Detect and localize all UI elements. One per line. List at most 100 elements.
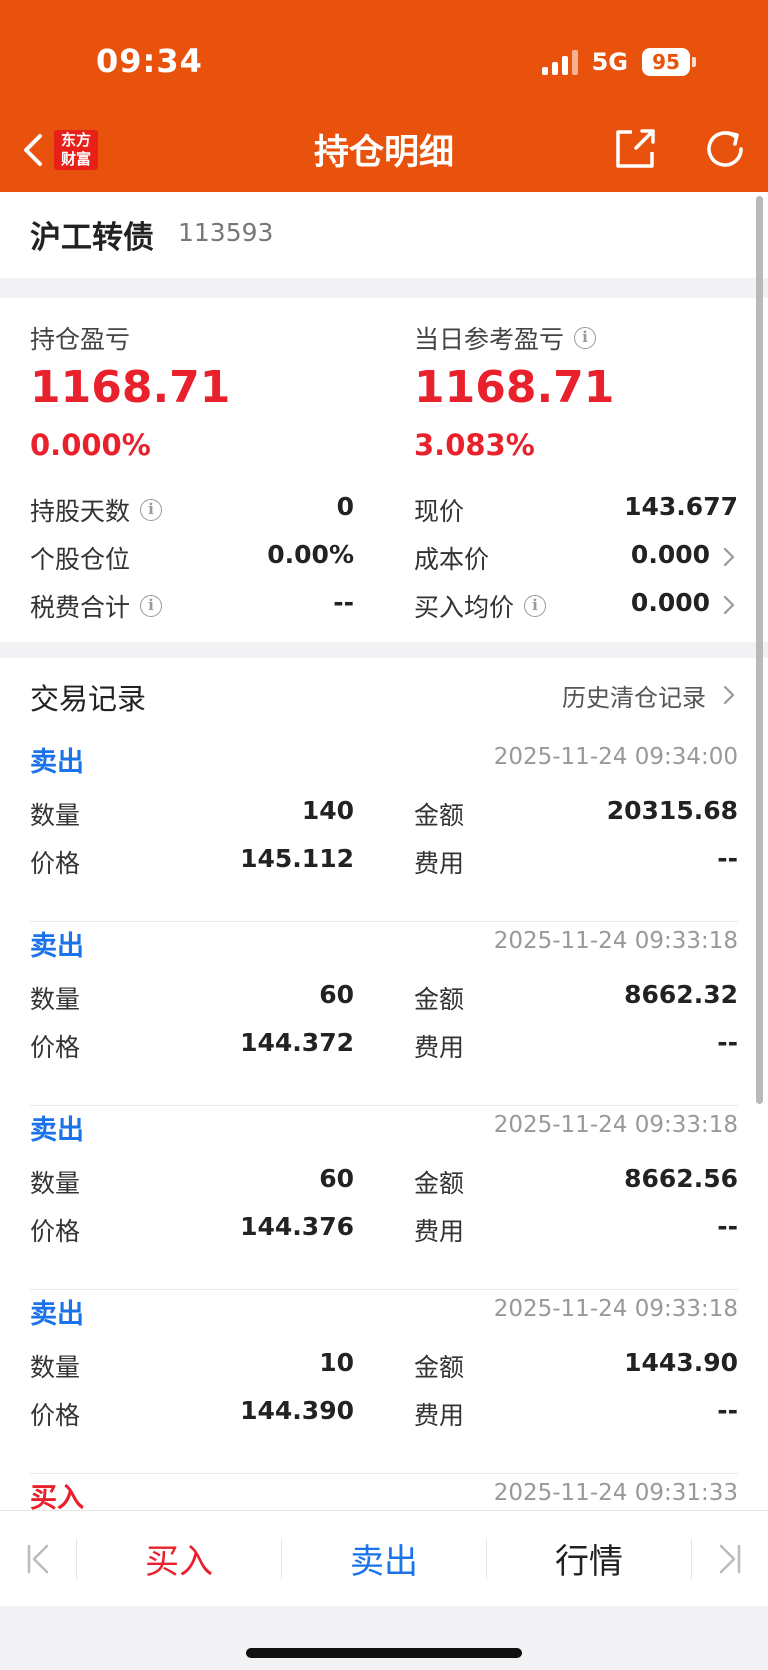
history-clearance-link[interactable]: 历史清仓记录	[562, 678, 706, 713]
stock-code: 113593	[178, 218, 274, 247]
position-pnl-pct: 0.000%	[30, 428, 151, 462]
refresh-icon[interactable]	[702, 126, 748, 172]
status-time: 09:34	[96, 42, 203, 80]
quantity-label: 数量	[30, 1353, 81, 1382]
tax-fee-row: 税费合计 i	[30, 588, 163, 624]
chevron-right-icon[interactable]	[722, 594, 736, 616]
quantity-value: 10	[319, 1348, 354, 1377]
stock-info: 沪工转债 113593	[0, 192, 768, 278]
fee-value: --	[717, 1396, 738, 1425]
amount-value: 8662.32	[624, 980, 738, 1009]
trade-type: 卖出	[30, 931, 84, 962]
position-summary: 持仓盈亏 1168.71 0.000% 当日参考盈亏 i 1168.71 3.0…	[0, 298, 768, 642]
amount-label: 金额	[414, 1353, 465, 1382]
daily-pnl-value: 1168.71	[414, 362, 615, 413]
daily-pnl-pct: 3.083%	[414, 428, 535, 462]
position-pnl-label: 持仓盈亏	[30, 325, 131, 354]
hold-days-row: 持股天数 i	[30, 492, 163, 528]
trade-list: 卖出 2025-11-24 09:34:00 数量 140 金额 20315.6…	[0, 738, 768, 1510]
amount-value: 8662.56	[624, 1164, 738, 1193]
amount-label: 金额	[414, 801, 465, 830]
price-label: 价格	[30, 849, 81, 878]
tax-fee-value: --	[333, 588, 354, 617]
trade-time: 2025-11-24 09:33:18	[493, 928, 738, 954]
fee-label: 费用	[414, 1033, 465, 1062]
quantity-label: 数量	[30, 985, 81, 1014]
trade-time: 2025-11-24 09:33:18	[493, 1296, 738, 1322]
stock-name: 沪工转债	[30, 220, 154, 256]
info-icon[interactable]: i	[524, 595, 547, 617]
trade-row[interactable]: 卖出 2025-11-24 09:33:18 数量 60 金额 8662.32 …	[0, 922, 768, 1106]
signal-icon	[541, 49, 578, 75]
current-price-row: 现价	[414, 497, 465, 526]
amount-value: 20315.68	[606, 796, 738, 825]
price-value: 144.390	[240, 1396, 354, 1425]
sell-button[interactable]: 卖出	[282, 1534, 486, 1583]
trade-type: 卖出	[30, 1299, 84, 1330]
trade-type: 卖出	[30, 1115, 84, 1146]
info-icon[interactable]: i	[140, 595, 163, 617]
network-label: 5G	[591, 48, 628, 76]
first-page-button[interactable]	[0, 1511, 76, 1607]
app-header: 09:34 5G 95 东方 财富 持仓明细	[0, 0, 768, 192]
trade-type: 买入	[30, 1483, 84, 1510]
avg-buy-row[interactable]: 买入均价 i	[414, 588, 547, 624]
quantity-label: 数量	[30, 1169, 81, 1198]
trade-row[interactable]: 买入 2025-11-24 09:31:33	[0, 1474, 768, 1510]
fee-label: 费用	[414, 1401, 465, 1430]
chevron-right-icon[interactable]	[722, 546, 736, 568]
fee-value: --	[717, 1028, 738, 1057]
trade-time: 2025-11-24 09:33:18	[493, 1112, 738, 1138]
price-value: 144.376	[240, 1212, 354, 1241]
trade-row[interactable]: 卖出 2025-11-24 09:34:00 数量 140 金额 20315.6…	[0, 738, 768, 922]
price-label: 价格	[30, 1401, 81, 1430]
trade-row[interactable]: 卖出 2025-11-24 09:33:18 数量 10 金额 1443.90 …	[0, 1290, 768, 1474]
trade-records: 交易记录 历史清仓记录 卖出 2025-11-24 09:34:00 数量 14…	[0, 658, 768, 1510]
last-page-button[interactable]	[692, 1511, 768, 1607]
position-ratio-value: 0.00%	[267, 540, 354, 569]
trade-row[interactable]: 卖出 2025-11-24 09:33:18 数量 60 金额 8662.56 …	[0, 1106, 768, 1290]
battery-tip	[692, 57, 696, 67]
chevron-right-icon[interactable]	[722, 684, 736, 706]
home-indicator[interactable]	[246, 1648, 522, 1658]
bottom-action-bar: 买入 卖出 行情	[0, 1510, 768, 1606]
first-page-icon[interactable]	[25, 1543, 51, 1575]
fee-value: --	[717, 844, 738, 873]
share-icon[interactable]	[612, 126, 658, 172]
daily-pnl-label: 当日参考盈亏 i	[414, 320, 597, 356]
quantity-label: 数量	[30, 801, 81, 830]
cost-price-value[interactable]: 0.000	[631, 540, 710, 569]
quote-button[interactable]: 行情	[487, 1534, 691, 1583]
trade-type: 卖出	[30, 747, 84, 778]
quantity-value: 140	[301, 796, 354, 825]
last-page-icon[interactable]	[717, 1543, 743, 1575]
price-value: 145.112	[240, 844, 354, 873]
amount-label: 金额	[414, 985, 465, 1014]
trade-records-title: 交易记录	[30, 682, 147, 716]
price-value: 144.372	[240, 1028, 354, 1057]
amount-value: 1443.90	[624, 1348, 738, 1377]
scrollbar[interactable]	[756, 196, 763, 1104]
price-label: 价格	[30, 1217, 81, 1246]
amount-label: 金额	[414, 1169, 465, 1198]
price-label: 价格	[30, 1033, 81, 1062]
avg-buy-value[interactable]: 0.000	[631, 588, 710, 617]
status-indicators: 5G 95	[541, 48, 696, 76]
fee-label: 费用	[414, 849, 465, 878]
info-icon[interactable]: i	[574, 327, 597, 349]
quantity-value: 60	[319, 980, 354, 1009]
fee-label: 费用	[414, 1217, 465, 1246]
position-pnl-value: 1168.71	[30, 362, 231, 413]
position-ratio-row: 个股仓位	[30, 545, 131, 574]
fee-value: --	[717, 1212, 738, 1241]
buy-button[interactable]: 买入	[77, 1534, 281, 1583]
trade-time: 2025-11-24 09:34:00	[493, 744, 738, 770]
battery-icon: 95	[642, 48, 690, 76]
quantity-value: 60	[319, 1164, 354, 1193]
home-indicator-area	[0, 1606, 768, 1670]
hold-days-value: 0	[336, 492, 354, 521]
info-icon[interactable]: i	[140, 499, 163, 521]
current-price-value: 143.677	[624, 492, 738, 521]
cost-price-row[interactable]: 成本价	[414, 540, 489, 576]
trade-time: 2025-11-24 09:31:33	[493, 1480, 738, 1506]
